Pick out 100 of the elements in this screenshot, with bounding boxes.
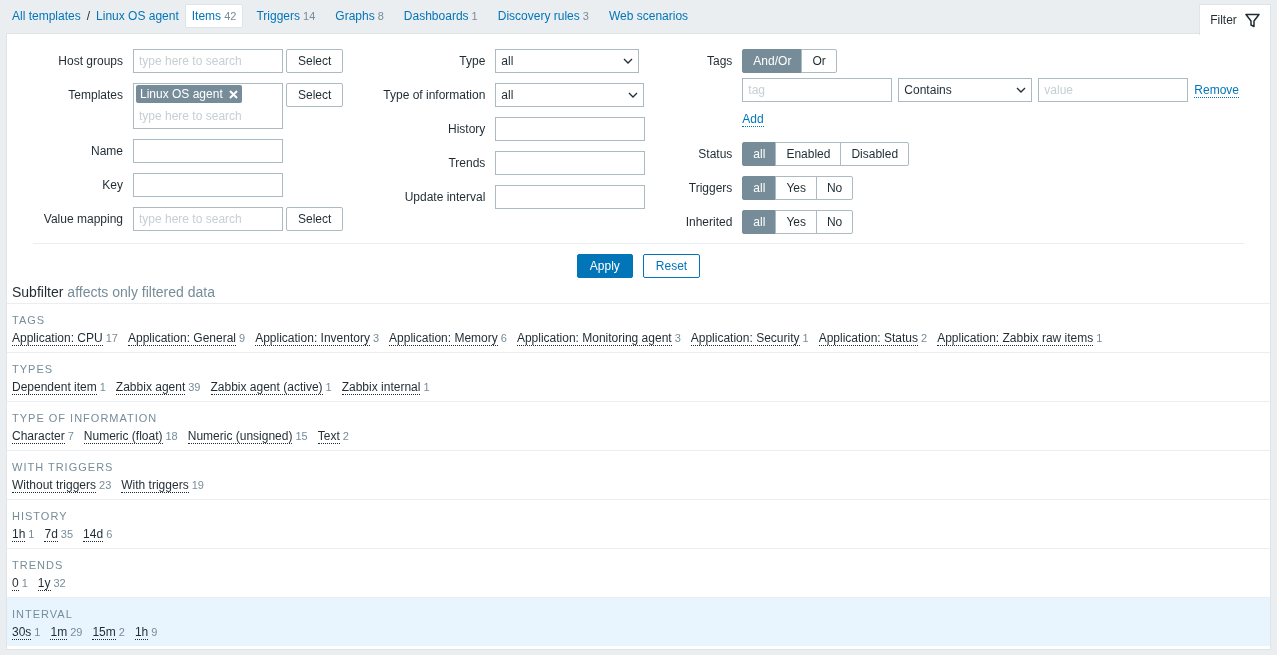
item-count: 1 (802, 332, 809, 344)
subfilter-link[interactable]: Zabbix internal (341, 380, 421, 395)
item-count: 23 (99, 479, 112, 491)
subfilter-link[interactable]: Application: Inventory (255, 331, 370, 346)
select-button[interactable]: Select (286, 49, 344, 73)
text-field[interactable] (495, 117, 646, 141)
filter-icon (1244, 12, 1260, 28)
subfilter-link[interactable]: Text (317, 429, 340, 444)
subfilter-link[interactable]: With triggers (121, 478, 189, 493)
item-count: 35 (60, 528, 74, 540)
field-label: Host groups (57, 53, 123, 70)
subfilter-link[interactable]: Numeric (float) (83, 429, 163, 444)
item-count: 3 (372, 332, 380, 344)
subfilter-link[interactable]: Application: Monitoring agent (516, 331, 672, 346)
nav-tab[interactable]: Dashboards 1 (396, 4, 485, 28)
subfilter-link[interactable]: Dependent item (12, 380, 97, 395)
subfilter-link[interactable]: Application: Memory (389, 331, 498, 346)
breadcrumb-separator: / (86, 9, 91, 23)
subfilter-link[interactable]: Application: CPU (12, 331, 103, 346)
filter-tab[interactable]: Filter (1199, 4, 1271, 35)
item-count: 1 (325, 381, 332, 393)
subfilter-link[interactable]: Without triggers (12, 478, 97, 493)
chevron-down-icon (623, 58, 634, 64)
subfilter-link[interactable]: 1h (12, 527, 26, 542)
item-count: 2 (342, 430, 349, 442)
subfilter-link[interactable]: 1m (50, 625, 68, 640)
toggle-option[interactable]: Yes (775, 210, 817, 234)
search-field[interactable]: type here to search (133, 49, 283, 73)
subfilter-link[interactable]: Zabbix agent (active) (210, 380, 323, 395)
toggle-option[interactable]: No (815, 210, 854, 234)
nav-tab[interactable]: Graphs 8 (328, 4, 391, 28)
nav-tab[interactable]: Discovery rules 3 (490, 4, 596, 28)
nav-tab[interactable]: Web scenarios (601, 4, 696, 28)
add-link[interactable]: Add (742, 112, 764, 127)
item-count: 7 (67, 430, 74, 442)
section-heading: WITH TRIGGERS (12, 460, 115, 474)
subfilter-link[interactable]: 14d (83, 527, 104, 542)
dropdown[interactable]: all (495, 49, 640, 73)
subfilter-title: Subfilter (12, 284, 64, 301)
field-label: Value mapping (42, 211, 123, 228)
toggle-option[interactable]: Disabled (840, 142, 910, 166)
item-count: 39 (188, 381, 201, 393)
item-count: 15 (295, 430, 308, 442)
subfilter-link[interactable]: 30s (12, 625, 32, 640)
toggle-option[interactable]: No (815, 176, 854, 200)
value-field[interactable]: value (1038, 78, 1189, 102)
section-heading: TYPE OF INFORMATION (12, 411, 159, 425)
field-label: Inherited (684, 214, 733, 231)
nav-tab[interactable]: Triggers 14 (249, 4, 323, 28)
select-button[interactable]: Select (286, 83, 344, 107)
toggle-option[interactable]: Yes (775, 176, 817, 200)
subfilter-link[interactable]: Application: General (127, 331, 237, 346)
item-count: 1 (423, 381, 430, 393)
section-heading: INTERVAL (12, 607, 74, 621)
item-count: 1 (99, 381, 106, 393)
breadcrumb-link[interactable]: Linux OS agent (96, 9, 179, 23)
text-field[interactable] (133, 139, 283, 163)
field-label: Update interval (403, 189, 486, 206)
subfilter-link[interactable]: 1h (134, 625, 149, 640)
item-count: 9 (151, 626, 158, 638)
subfilter-link[interactable]: 0 (12, 576, 19, 591)
select-button[interactable]: Select (286, 207, 344, 231)
subfilter-hint: affects only filtered data (67, 284, 215, 301)
subfilter-link[interactable]: Application: Zabbix raw items (937, 331, 1094, 346)
section-heading: TRENDS (12, 558, 65, 572)
subfilter-link[interactable]: 15m (92, 625, 116, 640)
section-heading: TYPES (12, 362, 55, 376)
item-count: 3 (674, 332, 681, 344)
search-field[interactable]: type here to search (133, 207, 283, 231)
subfilter-link[interactable]: Numeric (unsigned) (187, 429, 293, 444)
subfilter-link[interactable]: Application: Status (818, 331, 919, 346)
subfilter-link[interactable]: Application: Security (690, 331, 800, 346)
reset-button[interactable]: Reset (642, 254, 701, 278)
field-label: Type of information (382, 87, 486, 104)
toggle-option[interactable]: Or (801, 49, 837, 73)
subfilter-link[interactable]: 1y (37, 576, 51, 591)
nav-tab[interactable]: Items 42 (184, 4, 244, 28)
item-count: 2 (921, 332, 928, 344)
tag-field[interactable]: tag (742, 78, 893, 102)
item-count: 18 (165, 430, 178, 442)
remove-link[interactable]: Remove (1194, 82, 1240, 98)
item-count: 1 (34, 626, 41, 638)
operator-dropdown[interactable]: Contains (898, 78, 1033, 102)
item-count: 17 (105, 332, 118, 344)
dropdown[interactable]: all (495, 83, 645, 107)
item-count: 1 (21, 577, 28, 589)
text-field[interactable] (133, 173, 283, 197)
subfilter-link[interactable]: Character (12, 429, 65, 444)
field-label: Tags (706, 53, 733, 70)
text-field[interactable] (495, 151, 646, 175)
apply-button[interactable]: Apply (576, 254, 633, 278)
close-icon[interactable] (228, 89, 238, 99)
text-field[interactable] (495, 185, 646, 209)
subfilter-link[interactable]: Zabbix agent (115, 380, 186, 395)
field-label: Type (458, 53, 486, 70)
subfilter-link[interactable]: 7d (44, 527, 58, 542)
toggle-option[interactable]: Enabled (775, 142, 842, 166)
breadcrumb-link[interactable]: All templates (12, 9, 81, 23)
item-count: 1 (1096, 332, 1103, 344)
item-count: 6 (500, 332, 507, 344)
